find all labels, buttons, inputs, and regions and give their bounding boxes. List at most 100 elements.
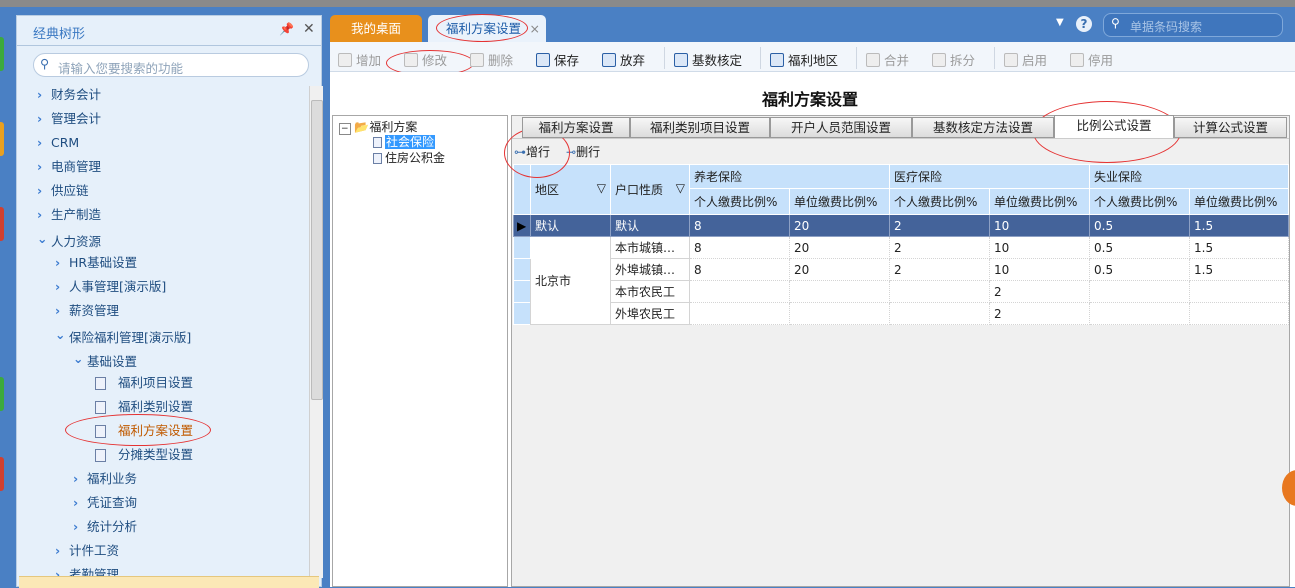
cell-value[interactable]: 2 bbox=[889, 258, 991, 281]
cell-hukou[interactable]: 默认 bbox=[610, 214, 690, 237]
collapse-icon[interactable]: − bbox=[339, 123, 351, 135]
sidebar-item[interactable]: › HR基础设置 bbox=[55, 252, 137, 274]
sidebar-item[interactable]: ⌄ 人力资源 bbox=[37, 228, 101, 250]
tab-close-icon[interactable]: × bbox=[530, 15, 540, 42]
grid-tab[interactable]: 计算公式设置 bbox=[1174, 117, 1287, 138]
toolbar-button[interactable]: 福利地区 bbox=[770, 50, 838, 69]
toolbar-button[interactable]: 拆分 bbox=[932, 50, 975, 69]
cell-region[interactable]: 北京市 bbox=[530, 236, 611, 325]
cell-hukou[interactable]: 外埠城镇… bbox=[610, 258, 690, 281]
cell-value[interactable]: 20 bbox=[788, 214, 891, 237]
table-row[interactable]: 北京市 本市城镇… 8 20 2 10 0.5 1.5 bbox=[513, 236, 1290, 325]
table-row[interactable]: 外埠农民工 2 bbox=[513, 302, 1290, 325]
plan-tree-item[interactable]: 住房公积金 bbox=[373, 149, 445, 166]
sidebar-item[interactable]: › 电商管理 bbox=[37, 156, 101, 178]
sidebar-item[interactable]: › CRM bbox=[37, 132, 79, 154]
grid-tab[interactable]: 福利方案设置 bbox=[522, 117, 630, 138]
cell-value[interactable]: 10 bbox=[989, 258, 1091, 281]
cell-value[interactable]: 20 bbox=[788, 236, 891, 259]
help-icon[interactable]: ? bbox=[1076, 16, 1092, 32]
cell-value[interactable] bbox=[889, 302, 991, 325]
cell-value[interactable]: 2 bbox=[989, 280, 1091, 303]
column-header[interactable]: 单位缴费比例% bbox=[989, 188, 1091, 215]
module-icon[interactable] bbox=[0, 37, 4, 71]
cell-value[interactable]: 8 bbox=[689, 236, 790, 259]
cell-region[interactable]: 默认 bbox=[530, 214, 611, 237]
cell-value[interactable]: 0.5 bbox=[1089, 258, 1191, 281]
cell-value[interactable]: 1.5 bbox=[1189, 236, 1290, 259]
close-icon[interactable]: ✕ bbox=[303, 21, 315, 37]
table-row[interactable]: 外埠城镇… 8 20 2 10 0.5 1.5 bbox=[513, 258, 1290, 281]
toolbar-button[interactable]: 合并 bbox=[866, 50, 909, 69]
cell-value[interactable]: 2 bbox=[889, 214, 991, 237]
function-search-input[interactable]: ⚲ 请输入您要搜索的功能 bbox=[33, 53, 309, 77]
toolbar-button[interactable]: 停用 bbox=[1070, 50, 1113, 69]
row-selector[interactable] bbox=[513, 302, 531, 325]
sidebar-item[interactable]: › 管理会计 bbox=[37, 108, 101, 130]
cell-value[interactable]: 1.5 bbox=[1189, 214, 1290, 237]
row-selector[interactable] bbox=[513, 280, 531, 303]
dropdown-icon[interactable]: ▼ bbox=[1056, 17, 1064, 28]
sidebar-item[interactable]: › 生产制造 bbox=[37, 204, 101, 226]
barcode-search-input[interactable]: ⚲ 单据条码搜索 bbox=[1103, 13, 1283, 37]
cell-value[interactable] bbox=[1089, 302, 1191, 325]
sidebar-item[interactable]: › 计件工资 bbox=[55, 540, 119, 562]
cell-value[interactable] bbox=[689, 280, 790, 303]
toolbar-button[interactable]: 修改 bbox=[404, 50, 447, 69]
module-icon[interactable] bbox=[0, 207, 4, 241]
cell-value[interactable] bbox=[1189, 280, 1290, 303]
toolbar-button[interactable]: 保存 bbox=[536, 50, 579, 69]
cell-value[interactable]: 10 bbox=[989, 214, 1091, 237]
grid-tab[interactable]: 开户人员范围设置 bbox=[770, 117, 912, 138]
column-header[interactable]: 单位缴费比例% bbox=[1189, 188, 1290, 215]
sidebar-item[interactable]: › 供应链 bbox=[37, 180, 89, 202]
sidebar-item[interactable]: ⌄ 保险福利管理[演示版] bbox=[55, 324, 191, 346]
cell-value[interactable]: 10 bbox=[989, 236, 1091, 259]
cell-value[interactable]: 2 bbox=[889, 236, 991, 259]
sidebar-item[interactable]: ⌄ 基础设置 bbox=[73, 348, 137, 370]
cell-value[interactable] bbox=[889, 280, 991, 303]
tree-scrollbar[interactable] bbox=[309, 86, 323, 578]
cell-value[interactable] bbox=[689, 302, 790, 325]
row-selector[interactable] bbox=[513, 258, 531, 281]
cell-value[interactable]: 2 bbox=[989, 302, 1091, 325]
cell-value[interactable]: 8 bbox=[689, 258, 790, 281]
cell-value[interactable] bbox=[788, 280, 891, 303]
cell-value[interactable] bbox=[1089, 280, 1191, 303]
cell-value[interactable]: 1.5 bbox=[1189, 258, 1290, 281]
column-header[interactable]: 个人缴费比例% bbox=[889, 188, 991, 215]
grid-tab[interactable]: 基数核定方法设置 bbox=[912, 117, 1054, 138]
cell-value[interactable]: 20 bbox=[788, 258, 891, 281]
filter-icon[interactable]: ▽ bbox=[676, 181, 685, 195]
table-row[interactable]: 本市农民工 2 bbox=[513, 280, 1290, 303]
sidebar-item[interactable]: › 人事管理[演示版] bbox=[55, 276, 166, 298]
column-header[interactable]: 个人缴费比例% bbox=[1089, 188, 1191, 215]
sidebar-item[interactable]: › 薪资管理 bbox=[55, 300, 119, 322]
scrollbar-thumb[interactable] bbox=[311, 100, 323, 400]
row-selector[interactable]: ▶ bbox=[513, 214, 531, 237]
sidebar-item[interactable]: 福利项目设置 bbox=[95, 372, 193, 394]
grid-tab[interactable]: 福利类别项目设置 bbox=[630, 117, 770, 138]
row-selector[interactable] bbox=[513, 236, 531, 259]
cell-value[interactable]: 8 bbox=[689, 214, 790, 237]
cell-hukou[interactable]: 外埠农民工 bbox=[610, 302, 690, 325]
module-icon[interactable] bbox=[0, 457, 4, 491]
grid-tab[interactable]: 比例公式设置 bbox=[1054, 115, 1174, 138]
cell-value[interactable]: 0.5 bbox=[1089, 236, 1191, 259]
filter-icon[interactable]: ▽ bbox=[597, 181, 606, 195]
cell-hukou[interactable]: 本市农民工 bbox=[610, 280, 690, 303]
sidebar-item[interactable]: › 福利业务 bbox=[73, 468, 137, 490]
cell-value[interactable] bbox=[1189, 302, 1290, 325]
cell-value[interactable]: 0.5 bbox=[1089, 214, 1191, 237]
column-header[interactable]: 单位缴费比例% bbox=[788, 188, 891, 215]
toolbar-button[interactable]: 增加 bbox=[338, 50, 381, 69]
tab-my-desktop[interactable]: 我的桌面 bbox=[330, 15, 422, 42]
sidebar-item[interactable]: › 财务会计 bbox=[37, 84, 101, 106]
toolbar-button[interactable]: 基数核定 bbox=[674, 50, 742, 69]
toolbar-button[interactable]: 放弃 bbox=[602, 50, 645, 69]
plan-tree-item[interactable]: 社会保险 bbox=[373, 133, 436, 150]
cell-value[interactable] bbox=[788, 302, 891, 325]
table-row[interactable]: ▶ 默认 默认 8 20 2 10 0.5 1.5 bbox=[513, 214, 1290, 237]
toolbar-button[interactable]: 删除 bbox=[470, 50, 513, 69]
column-header[interactable]: 个人缴费比例% bbox=[689, 188, 790, 215]
